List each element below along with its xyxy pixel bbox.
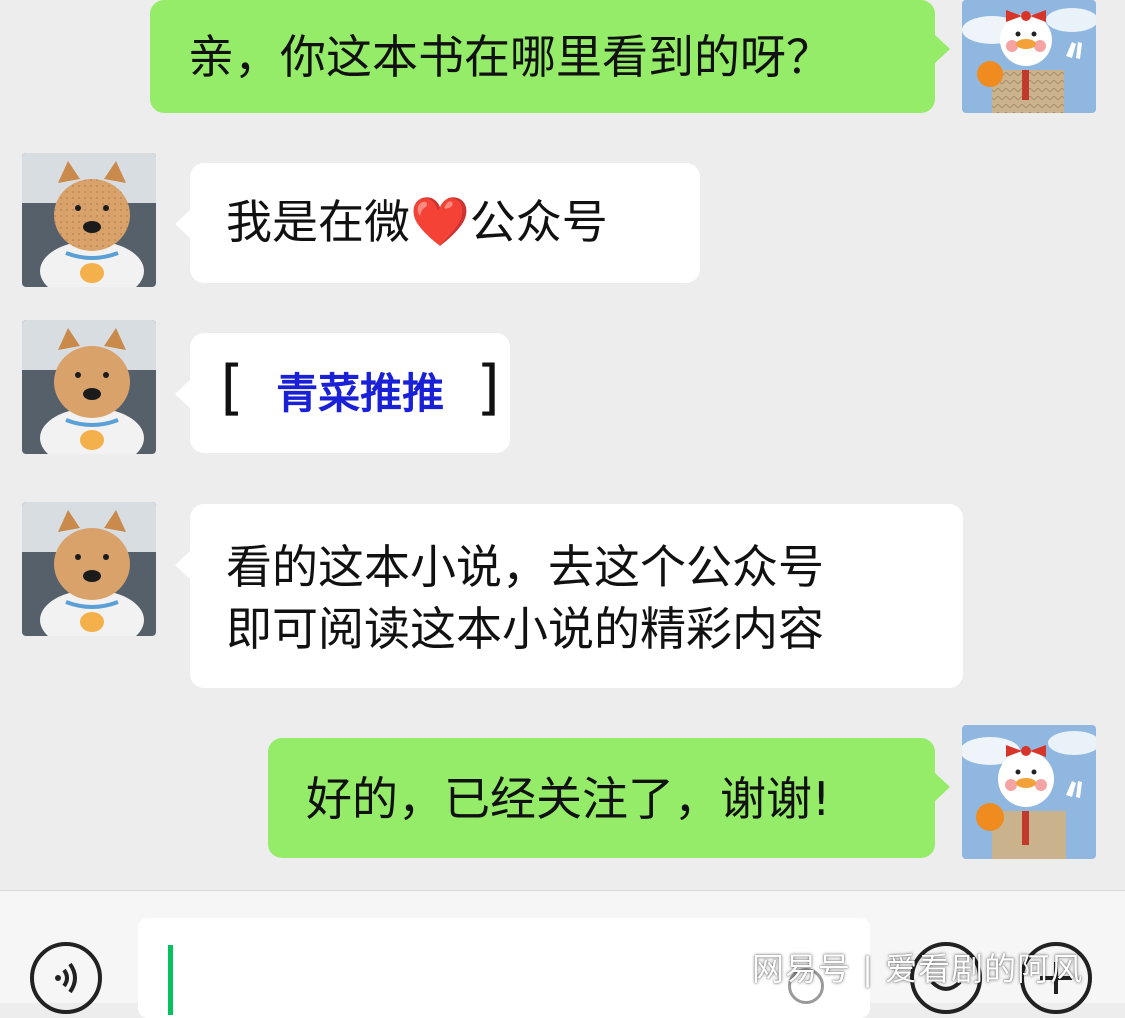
duck-avatar[interactable] (962, 725, 1096, 859)
dog-avatar[interactable] (22, 153, 156, 287)
incoming-message-bubble[interactable]: 看的这本小说，去这个公众号 即可阅读这本小说的精彩内容 (175, 504, 963, 688)
watermark: 网易号 | 爱看剧的阿风 (752, 950, 1084, 988)
message-text-line: 看的这本小说，去这个公众号 (226, 540, 824, 594)
chat-message-list[interactable]: 亲，你这本书在哪里看到的呀？ 我是在微❤️公众号 [青菜推推] 看的这本小说… (0, 0, 1125, 890)
message-text-line: 即可阅读这本小说的精彩内容 (226, 602, 824, 656)
red-heart-emoji: ❤️ (410, 194, 470, 250)
incoming-message-bubble[interactable]: 我是在微❤️公众号 (175, 163, 700, 283)
message-text: 亲，你这本书在哪里看到的呀？ (188, 30, 832, 84)
message-text-part: 公众号 (469, 195, 608, 249)
dog-avatar[interactable] (22, 320, 156, 454)
voice-icon[interactable] (30, 942, 102, 1014)
incoming-message-bubble[interactable]: [ 青菜推推] (175, 333, 510, 453)
message-text-part: 我是在微 (226, 195, 410, 249)
text-caret (168, 945, 173, 1015)
outgoing-message-bubble[interactable]: 好的，已经关注了，谢谢! (268, 738, 950, 858)
dog-avatar[interactable] (22, 502, 156, 636)
duck-avatar[interactable] (962, 0, 1096, 113)
bracket-close: ] (472, 353, 509, 423)
outgoing-message-bubble[interactable]: 亲，你这本书在哪里看到的呀？ (150, 0, 950, 113)
official-account-link[interactable]: 青菜推推 (276, 369, 444, 418)
bracket-open: [ (212, 353, 249, 423)
message-text: 好的，已经关注了，谢谢! (306, 772, 831, 826)
